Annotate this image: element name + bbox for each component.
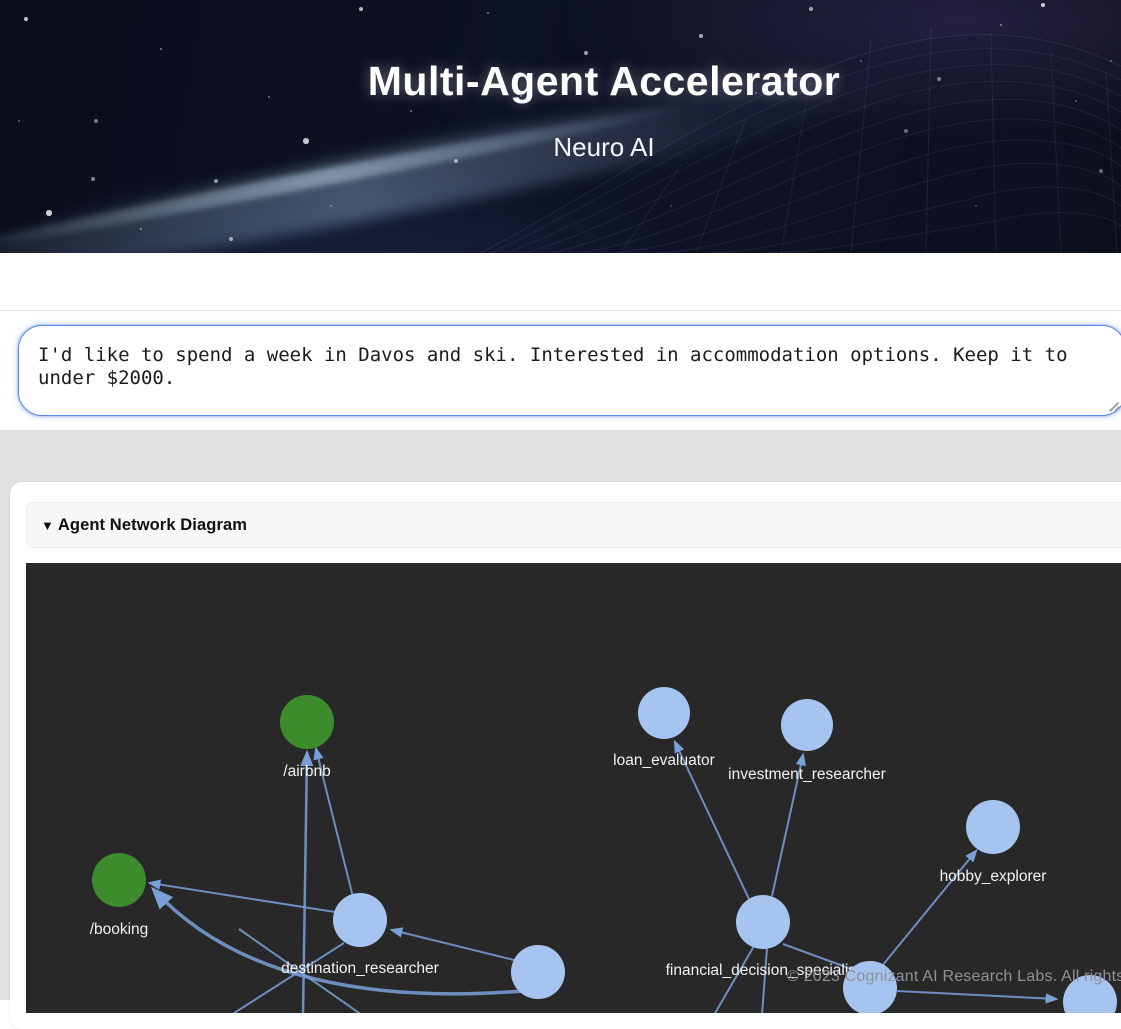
hero-banner: Multi-Agent Accelerator Neuro AI — [0, 0, 1121, 253]
graph-node[interactable] — [966, 800, 1020, 854]
network-diagram-title: Agent Network Diagram — [58, 516, 247, 535]
app-title: Multi-Agent Accelerator — [0, 0, 1121, 105]
prompt-input[interactable]: I'd like to spend a week in Davos and sk… — [18, 325, 1121, 416]
prompt-section: I'd like to spend a week in Davos and sk… — [0, 253, 1121, 430]
graph-edge — [714, 946, 754, 1013]
graph-edge — [392, 930, 514, 960]
graph-edge — [150, 883, 335, 912]
graph-edge — [897, 991, 1056, 999]
agent-network-canvas[interactable]: /airbnb loan_evaluator investment_research… — [26, 563, 1121, 1013]
graph-node[interactable] — [333, 893, 387, 947]
graph-node-label: loan_evaluator — [613, 752, 715, 769]
graph-node-label: destination_researcher — [281, 960, 439, 977]
graph-edge — [762, 948, 767, 1013]
app-subtitle: Neuro AI — [0, 105, 1121, 162]
graph-node-label: /booking — [90, 921, 149, 938]
graph-node[interactable] — [736, 895, 790, 949]
graph-node[interactable] — [280, 695, 334, 749]
graph-node-label: /airbnb — [283, 763, 330, 780]
graph-node[interactable] — [638, 687, 690, 739]
section-divider — [0, 310, 1121, 311]
graph-node[interactable] — [781, 699, 833, 751]
network-diagram-card: ▼ Agent Network Diagram /airbnb loan_eval… — [10, 482, 1121, 1029]
graph-node[interactable] — [92, 853, 146, 907]
graph-node-label: hobby_explorer — [940, 868, 1047, 885]
graph-node[interactable] — [511, 945, 565, 999]
content-background: ▼ Agent Network Diagram /airbnb loan_eval… — [0, 430, 1121, 1000]
graph-node-label: investment_researcher — [728, 766, 886, 783]
graph-edge — [231, 943, 344, 1013]
page: Multi-Agent Accelerator Neuro AI I'd lik… — [0, 0, 1121, 1000]
copyright-watermark: © 2023 Cognizant AI Research Labs. All r… — [787, 968, 1121, 986]
agent-network-graph: /airbnb loan_evaluator investment_research… — [26, 563, 1121, 1013]
network-diagram-accordion-header[interactable]: ▼ Agent Network Diagram — [26, 502, 1121, 548]
collapse-caret-icon: ▼ — [41, 519, 54, 532]
